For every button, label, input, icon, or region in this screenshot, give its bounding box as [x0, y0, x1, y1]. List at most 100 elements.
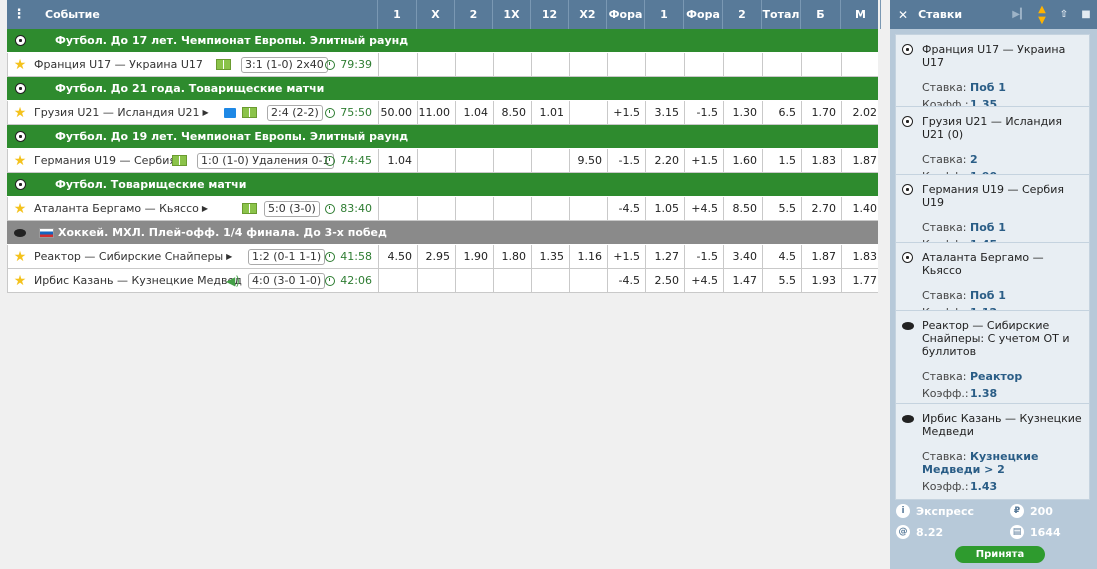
league-header[interactable]: Футбол. До 21 года. Товарищеские матчи [7, 77, 878, 101]
odd-cell[interactable]: +1.5 [608, 101, 646, 124]
match-event-cell[interactable]: ★ Реактор — Сибирские Снайперы ▶ 1:2 (0-1 1… [8, 245, 379, 268]
odd-cell[interactable]: 1.5 [763, 149, 802, 172]
odd-cell[interactable]: 6.5 [763, 101, 802, 124]
odd-cell[interactable]: 5.5 [763, 197, 802, 220]
odd-cell[interactable]: -4.5 [608, 197, 646, 220]
odd-cell[interactable]: 8.50 [724, 197, 763, 220]
close-icon[interactable]: ✕ [898, 8, 908, 22]
odd-cell[interactable]: 3.40 [724, 245, 763, 268]
odd-cell[interactable]: 1.83 [802, 149, 842, 172]
header-col[interactable]: Фора [684, 0, 723, 29]
odd-cell[interactable]: 1.35 [532, 245, 570, 268]
odd-cell[interactable] [418, 269, 456, 292]
bet-card[interactable]: Ирбис Казань — Кузнецкие Медведи Ставка: К… [895, 403, 1090, 500]
odd-cell[interactable] [570, 269, 608, 292]
odd-cell[interactable] [456, 269, 494, 292]
odd-cell[interactable]: +4.5 [685, 197, 724, 220]
odd-cell[interactable]: 1.27 [646, 245, 685, 268]
match-row[interactable]: ★ Грузия U21 — Исландия U21 ▶ 2:4 (2-2) 75:5… [7, 101, 878, 125]
odd-cell[interactable] [494, 53, 532, 76]
odd-cell[interactable] [802, 53, 842, 76]
odd-cell[interactable]: 5.5 [763, 269, 802, 292]
accepted-button[interactable]: Принята [955, 546, 1045, 563]
match-row[interactable]: ★ Ирбис Казань — Кузнецкие Медвед ◀) 4:0 (3… [7, 269, 878, 293]
header-col[interactable]: Б [801, 0, 841, 29]
odd-cell[interactable]: 2.95 [418, 245, 456, 268]
expand-arrow-icon[interactable]: ▶ [226, 252, 232, 261]
odd-cell[interactable]: 1.16 [570, 245, 608, 268]
odd-cell[interactable] [456, 149, 494, 172]
odd-cell[interactable]: 1.60 [724, 149, 763, 172]
league-header[interactable]: Футбол. До 19 лет. Чемпионат Европы. Эли… [7, 125, 878, 149]
expand-arrow-icon[interactable]: ▶ [202, 204, 208, 213]
field-stats-icon[interactable] [216, 59, 231, 70]
odd-cell[interactable]: 1.70 [802, 101, 842, 124]
odd-cell[interactable]: 2.70 [802, 197, 842, 220]
odd-cell[interactable]: 4.5 [763, 245, 802, 268]
header-col[interactable]: 1X [493, 0, 531, 29]
odd-cell[interactable]: 50.00 [379, 101, 418, 124]
odd-cell[interactable] [570, 53, 608, 76]
tv-monitor-icon[interactable] [224, 107, 236, 118]
odd-cell[interactable]: 1.01 [532, 101, 570, 124]
odd-cell[interactable] [494, 269, 532, 292]
odd-cell[interactable] [379, 197, 418, 220]
upload-icon[interactable]: ⇧ [1053, 9, 1075, 20]
match-teams[interactable]: Франция U17 — Украина U17 [34, 58, 203, 71]
collapse-icon[interactable]: ▶▎ [1009, 9, 1031, 20]
odd-cell[interactable]: -1.5 [608, 149, 646, 172]
header-event[interactable]: ⋮ Событие [7, 0, 378, 29]
odd-cell[interactable] [532, 197, 570, 220]
odd-cell[interactable]: 1.05 [646, 197, 685, 220]
odd-cell[interactable]: -4.5 [608, 269, 646, 292]
odd-cell[interactable]: 9.50 [570, 149, 608, 172]
odd-cell[interactable]: +4.5 [685, 269, 724, 292]
odd-cell[interactable]: 4.50 [379, 245, 418, 268]
odd-cell[interactable]: -1.5 [685, 245, 724, 268]
odd-cell[interactable]: 1.04 [379, 149, 418, 172]
odd-cell[interactable]: 3.15 [646, 101, 685, 124]
header-col[interactable]: 2 [455, 0, 493, 29]
match-teams[interactable]: Аталанта Бергамо — Кьяссо [34, 202, 199, 215]
star-icon[interactable]: ★ [12, 201, 28, 217]
odd-cell[interactable]: +1.5 [685, 149, 724, 172]
menu-dots-icon[interactable]: ⋮ [7, 7, 31, 22]
odd-cell[interactable] [608, 53, 646, 76]
odd-cell[interactable]: 8.50 [494, 101, 532, 124]
info-icon[interactable]: i [896, 504, 910, 518]
odd-cell[interactable]: 1.47 [724, 269, 763, 292]
header-col[interactable]: 1 [378, 0, 417, 29]
star-icon[interactable]: ★ [12, 57, 28, 73]
odd-cell[interactable]: 2.20 [646, 149, 685, 172]
match-event-cell[interactable]: ★ Германия U19 — Сербия 1:0 (1-0) Удаления… [8, 149, 379, 172]
odd-cell[interactable] [532, 269, 570, 292]
bet-card[interactable]: Реактор — Сибирские Снайперы: С учетом О… [895, 310, 1090, 407]
expand-arrow-icon[interactable]: ▶ [203, 108, 209, 117]
star-icon[interactable]: ★ [12, 273, 28, 289]
odd-cell[interactable] [842, 53, 882, 76]
odd-cell[interactable]: +1.5 [608, 245, 646, 268]
field-stats-icon[interactable] [242, 107, 257, 118]
header-col[interactable]: 1 [645, 0, 684, 29]
header-col[interactable]: 12 [531, 0, 569, 29]
odd-cell[interactable] [418, 197, 456, 220]
odd-cell[interactable] [494, 197, 532, 220]
star-icon[interactable]: ★ [12, 153, 28, 169]
sound-icon[interactable]: ◀) [226, 274, 240, 288]
league-header[interactable]: Футбол. Товарищеские матчи [7, 173, 878, 197]
match-row[interactable]: ★ Аталанта Бергамо — Кьяссо ▶ 5:0 (3-0) 83:4… [7, 197, 878, 221]
odd-cell[interactable]: 1.93 [802, 269, 842, 292]
league-header[interactable]: Футбол. До 17 лет. Чемпионат Европы. Эли… [7, 29, 878, 53]
odd-cell[interactable] [494, 149, 532, 172]
lock-icon[interactable]: ■ [1075, 9, 1097, 20]
header-col[interactable]: Тотал [762, 0, 801, 29]
odd-cell[interactable]: 1.30 [724, 101, 763, 124]
odd-cell[interactable]: 1.90 [456, 245, 494, 268]
odd-cell[interactable] [570, 101, 608, 124]
odd-cell[interactable]: -1.5 [685, 101, 724, 124]
odd-cell[interactable]: 1.83 [842, 245, 882, 268]
odd-cell[interactable] [379, 269, 418, 292]
match-row[interactable]: ★ Франция U17 — Украина U17 3:1 (1-0) 2x40… [7, 53, 878, 77]
league-header[interactable]: Хоккей. МХЛ. Плей-офф. 1/4 финала. До 3-… [7, 221, 878, 245]
match-row[interactable]: ★ Реактор — Сибирские Снайперы ▶ 1:2 (0-1 1… [7, 245, 878, 269]
